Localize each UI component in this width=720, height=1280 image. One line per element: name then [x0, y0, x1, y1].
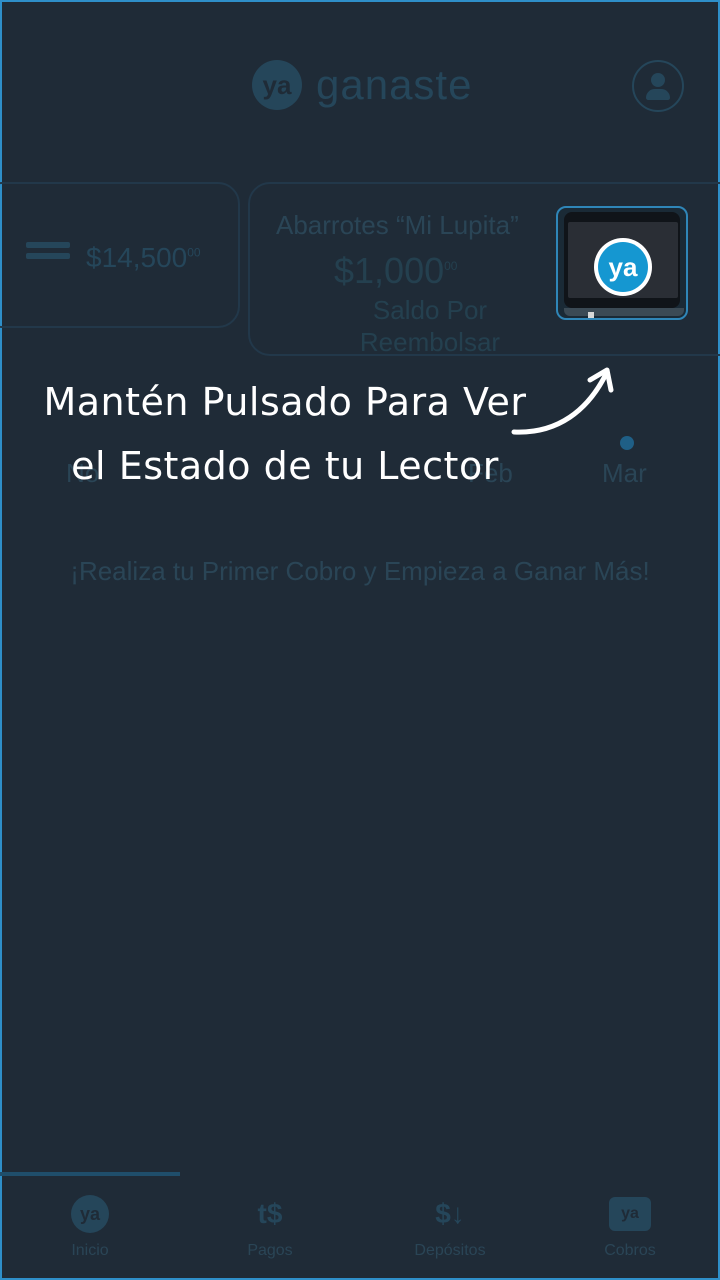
- nav-item-inicio[interactable]: ya Inicio: [0, 1192, 180, 1260]
- nav-label: Cobros: [604, 1242, 656, 1259]
- logo-badge: ya: [252, 60, 302, 110]
- nav-active-indicator: [0, 1172, 180, 1176]
- profile-button[interactable]: [632, 60, 684, 112]
- coachmark-line-1: Mantén Pulsado Para Ver: [43, 380, 527, 424]
- depositos-icon: $↓: [435, 1198, 465, 1229]
- month-item-selected[interactable]: Mar: [602, 458, 647, 489]
- curved-arrow-icon: [511, 367, 614, 435]
- balance-cents: 00: [187, 245, 201, 260]
- nav-item-pagos[interactable]: t$ Pagos: [180, 1192, 360, 1260]
- nav-item-depositos[interactable]: $↓ Depósitos: [360, 1192, 540, 1260]
- coachmark-text: Mantén Pulsado Para Ver el Estado de tu …: [40, 370, 530, 498]
- coachmark-line-2: el Estado de tu Lector: [71, 444, 499, 488]
- balance-amount: $14,50000: [86, 242, 201, 274]
- logo-text: ganaste: [316, 61, 473, 108]
- store-balance: $1,00000: [334, 250, 457, 292]
- dimmed-app: ya ganaste $14,50000 Abarrotes “Mi Lupit…: [0, 0, 720, 1280]
- selected-month-dot: [620, 436, 634, 450]
- app-logo: ya ganaste: [252, 60, 472, 110]
- ya-icon: ya: [71, 1195, 109, 1233]
- nav-label: Pagos: [247, 1242, 293, 1259]
- user-icon: [651, 73, 665, 87]
- balance-card[interactable]: $14,50000: [0, 182, 240, 328]
- card-reader-button[interactable]: ya: [556, 206, 688, 320]
- cobros-icon: ya: [609, 1197, 651, 1231]
- reader-led: [588, 312, 594, 318]
- promo-text: ¡Realiza tu Primer Cobro y Empieza a Gan…: [70, 556, 650, 586]
- nav-item-cobros[interactable]: ya Cobros: [540, 1192, 720, 1260]
- store-name: Abarrotes “Mi Lupita”: [276, 210, 519, 240]
- bottom-nav: ya Inicio t$ Pagos $↓ Depósitos ya Cobro…: [0, 1172, 720, 1280]
- nav-label: Depósitos: [414, 1242, 486, 1259]
- store-balance-label: Saldo Por Reembolsar: [359, 295, 501, 357]
- balance-value: $14,500: [86, 242, 188, 273]
- ya-logo-icon: ya: [598, 242, 648, 292]
- nav-label: Inicio: [71, 1242, 109, 1259]
- store-balance-cents: 00: [444, 259, 458, 273]
- card-icon: [26, 242, 70, 270]
- pagos-icon: t$: [257, 1198, 283, 1229]
- store-balance-value: $1,000: [334, 250, 445, 291]
